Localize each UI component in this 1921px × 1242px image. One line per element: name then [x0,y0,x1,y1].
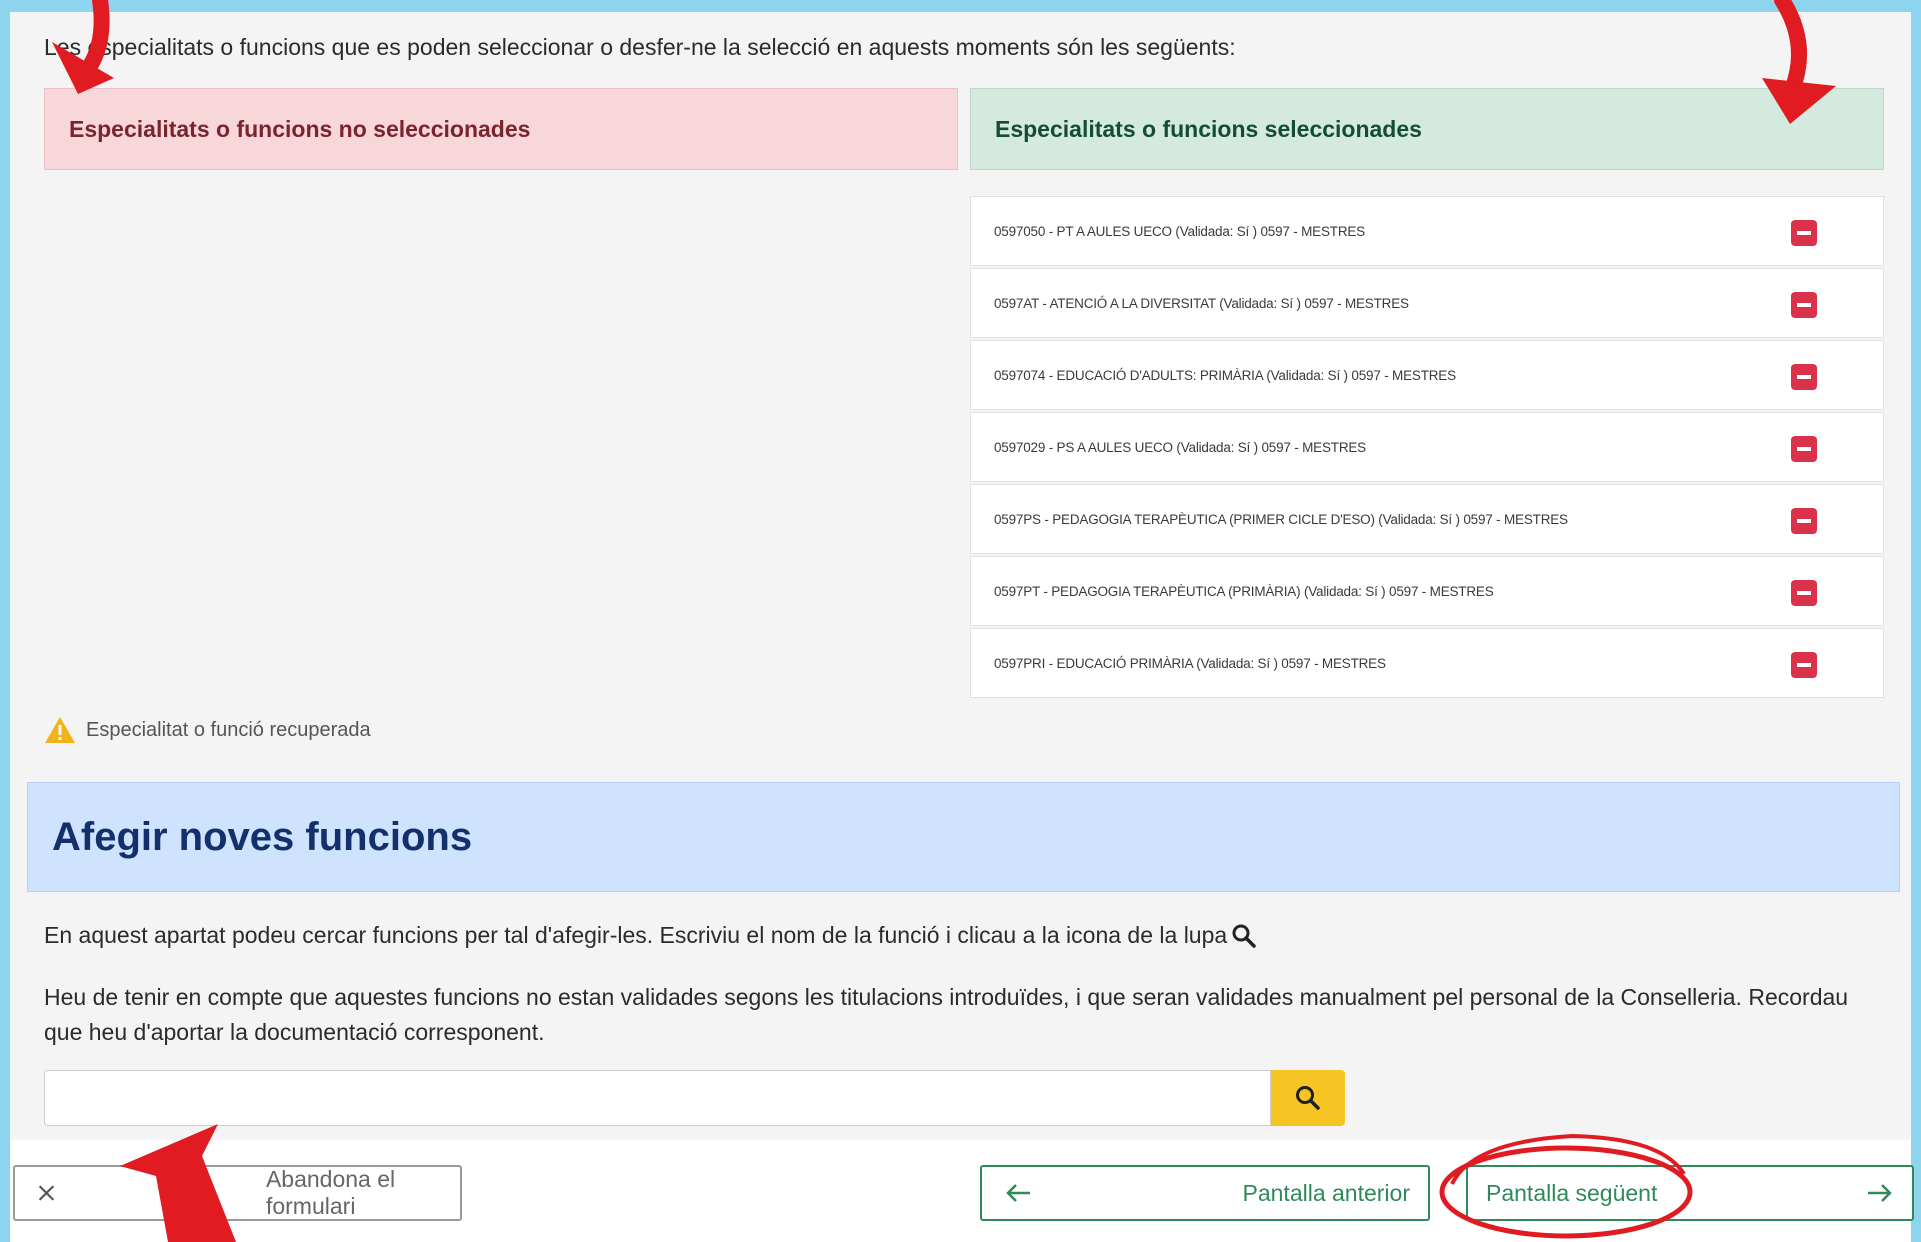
next-screen-button[interactable]: Pantalla següent [1466,1165,1914,1221]
remove-icon[interactable] [1791,436,1817,462]
selected-item: 0597PS - PEDAGOGIA TERAPÈUTICA (PRIMER C… [970,484,1884,554]
magnifier-icon [1232,924,1256,948]
selected-item-label: 0597074 - EDUCACIÓ D'ADULTS: PRIMÀRIA (V… [994,367,1456,383]
remove-icon[interactable] [1791,652,1817,678]
add-functions-panel: Afegir noves funcions [27,782,1900,892]
search-input[interactable] [44,1070,1271,1126]
close-icon [38,1185,55,1201]
selected-item-label: 0597029 - PS A AULES UECO (Validada: Sí … [994,439,1366,455]
intro-text: Les especialitats o funcions que es pode… [44,34,1236,60]
unselected-header: Especialitats o funcions no seleccionade… [44,88,958,170]
warning-icon [45,717,75,743]
warning-legend: Especialitat o funció recuperada [44,716,371,744]
add-description-search: En aquest apartat podeu cercar funcions … [44,922,1257,949]
remove-icon[interactable] [1791,292,1817,318]
remove-icon[interactable] [1791,580,1817,606]
selected-item-label: 0597PT - PEDAGOGIA TERAPÈUTICA (PRIMÀRIA… [994,583,1494,599]
selected-item-label: 0597PRI - EDUCACIÓ PRIMÀRIA (Validada: S… [994,655,1386,671]
remove-icon[interactable] [1791,508,1817,534]
selected-item: 0597050 - PT A AULES UECO (Validada: Sí … [970,196,1884,266]
selected-item: 0597PT - PEDAGOGIA TERAPÈUTICA (PRIMÀRIA… [970,556,1884,626]
previous-screen-label: Pantalla anterior [1242,1179,1411,1206]
selected-item-label: 0597PS - PEDAGOGIA TERAPÈUTICA (PRIMER C… [994,511,1568,527]
selected-item-label: 0597050 - PT A AULES UECO (Validada: Sí … [994,223,1365,239]
selected-header-label: Especialitats o funcions seleccionades [995,115,1422,142]
selected-item: 0597074 - EDUCACIÓ D'ADULTS: PRIMÀRIA (V… [970,340,1884,410]
search-button[interactable] [1271,1070,1345,1126]
add-functions-title: Afegir noves funcions [52,814,473,859]
selected-list: 0597050 - PT A AULES UECO (Validada: Sí … [970,196,1884,700]
selected-item-label: 0597AT - ATENCIÓ A LA DIVERSITAT (Valida… [994,295,1409,311]
add-description-validation: Heu de tenir en compte que aquestes func… [44,984,1849,1045]
warning-label: Especialitat o funció recuperada [86,718,371,741]
search-icon [1296,1086,1320,1110]
arrow-right-icon [1868,1184,1892,1202]
arrow-left-icon [1006,1184,1030,1202]
remove-icon[interactable] [1791,364,1817,390]
abandon-form-button[interactable]: Abandona el formulari [13,1165,462,1221]
previous-screen-button[interactable]: Pantalla anterior [980,1165,1430,1221]
remove-icon[interactable] [1791,220,1817,246]
unselected-header-label: Especialitats o funcions no seleccionade… [69,115,531,142]
add-description-search-text: En aquest apartat podeu cercar funcions … [44,922,1228,948]
selected-item: 0597AT - ATENCIÓ A LA DIVERSITAT (Valida… [970,268,1884,338]
selected-header: Especialitats o funcions seleccionades [970,88,1884,170]
selected-item: 0597029 - PS A AULES UECO (Validada: Sí … [970,412,1884,482]
selected-item: 0597PRI - EDUCACIÓ PRIMÀRIA (Validada: S… [970,628,1884,698]
next-screen-label: Pantalla següent [1486,1179,1658,1206]
abandon-form-label: Abandona el formulari [265,1166,396,1219]
